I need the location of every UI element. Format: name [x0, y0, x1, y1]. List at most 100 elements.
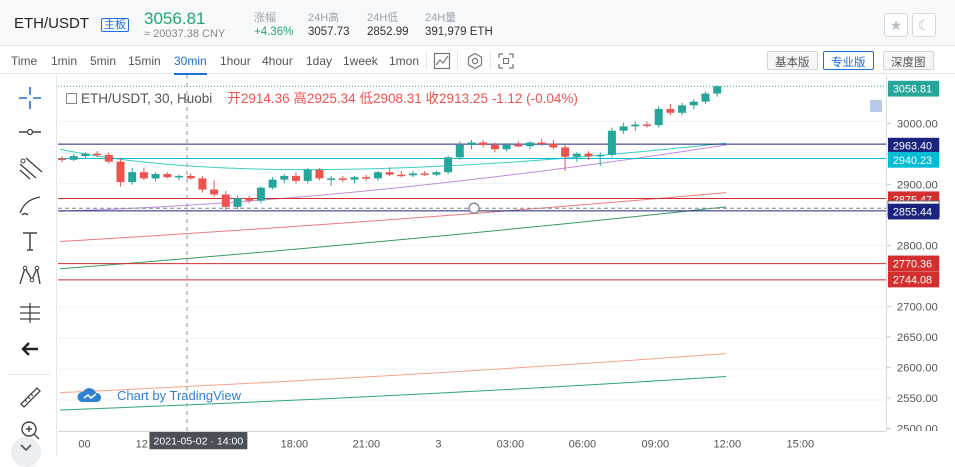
timeframe-1mon[interactable]: 1mon: [389, 54, 419, 68]
scroll-realtime-button: [870, 100, 882, 112]
candle: [689, 101, 698, 106]
timeframe-5min[interactable]: 5min: [90, 54, 116, 68]
time-tick-label: 06:00: [569, 438, 597, 450]
time-tick-label: 12: [136, 438, 148, 450]
back-arrow-icon[interactable]: [16, 335, 44, 363]
candle: [549, 143, 558, 148]
legend-close: 2913.25: [439, 91, 488, 106]
last-price: 3056.81: [144, 9, 206, 28]
brush-icon[interactable]: [16, 191, 44, 219]
time-axis[interactable]: 00 12 18:00 21:00 3 03:00 06:00 09:00 12:00 15:00…: [58, 431, 886, 456]
tick-label: 2650.00: [897, 332, 938, 344]
candle: [163, 174, 172, 178]
toolbar-divider: [490, 51, 491, 70]
time-tick-label: 15:00: [787, 438, 815, 450]
candle: [81, 153, 90, 157]
timeframe-30min[interactable]: 30min: [174, 54, 207, 75]
view-basic[interactable]: 基本版: [767, 51, 818, 70]
crosshair-icon[interactable]: [16, 84, 44, 112]
tick-label: 2800.00: [897, 240, 938, 252]
measure-icon[interactable]: [16, 299, 44, 327]
time-tick-label: 00: [78, 438, 90, 450]
star-icon[interactable]: ★: [884, 13, 908, 37]
market-tag: 主板: [101, 18, 129, 32]
tool-divider: [8, 374, 50, 375]
candle: [619, 126, 628, 131]
candle: [221, 194, 230, 207]
stat-24h-high: 24H高 3057.73: [308, 9, 350, 38]
candle: [666, 109, 675, 113]
candle: [584, 153, 593, 157]
candle: [233, 198, 242, 207]
candle: [420, 173, 429, 175]
stat-value: 2852.99: [367, 26, 409, 38]
candle: [104, 154, 113, 162]
tick-label: 2550.00: [897, 393, 938, 405]
candle: [572, 153, 581, 157]
legend-collapse-icon[interactable]: [66, 93, 77, 104]
price-label: 2855.44: [893, 206, 932, 218]
timeframe-1day[interactable]: 1day: [306, 54, 332, 68]
timeframe-time[interactable]: Time: [11, 54, 37, 68]
price-label: 3056.81: [893, 84, 932, 96]
candle: [502, 144, 511, 150]
brand-text: Chart by TradingView: [117, 388, 242, 403]
candle: [186, 175, 195, 179]
candle: [58, 158, 66, 161]
pitchfork-icon[interactable]: [16, 154, 44, 182]
cloud-icon: [77, 388, 102, 402]
stat-value: 3057.73: [308, 26, 350, 38]
candle: [139, 172, 148, 179]
price-axis[interactable]: 3000.002950.002900.002850.002800.002750.…: [886, 75, 955, 431]
ruler-icon[interactable]: [16, 383, 44, 411]
legend-high-label: 高: [293, 91, 307, 106]
view-depth[interactable]: 深度图: [883, 51, 934, 70]
timeframe-4hour[interactable]: 4hour: [262, 54, 293, 68]
timeframe-1min[interactable]: 1min: [51, 54, 77, 68]
chart-type-icon[interactable]: [433, 52, 451, 70]
pattern-icon[interactable]: [16, 262, 44, 290]
stat-change: 涨幅 +4.36%: [254, 9, 293, 38]
timeframe-15min[interactable]: 15min: [128, 54, 161, 68]
candle: [409, 173, 417, 176]
price-chart[interactable]: [58, 75, 886, 431]
candle: [526, 142, 534, 147]
stat-24h-volume: 24H量 391,979 ETH: [425, 9, 493, 38]
time-tick-label: 21:00: [353, 438, 381, 450]
candle: [256, 187, 265, 201]
timeframe-1hour[interactable]: 1hour: [220, 54, 251, 68]
chart-toolbar: Time 1min 5min 15min 30min 1hour 4hour 1…: [0, 47, 955, 75]
tick-label: 2700.00: [897, 301, 938, 313]
trend-line-icon[interactable]: [16, 118, 44, 146]
fullscreen-icon[interactable]: [497, 52, 515, 70]
candle: [338, 178, 347, 180]
stat-label: 涨幅: [254, 12, 276, 24]
legend-close-label: 收: [425, 91, 440, 106]
candle: [537, 142, 546, 144]
candle: [397, 174, 406, 177]
tick-label: 2600.00: [897, 362, 938, 374]
candle: [607, 130, 616, 155]
candle: [514, 144, 523, 147]
candle: [151, 174, 160, 179]
candle: [362, 177, 371, 179]
candle: [210, 189, 219, 195]
timeframe-1week[interactable]: 1week: [343, 54, 378, 68]
view-pro[interactable]: 专业版: [823, 51, 874, 70]
candle: [268, 179, 277, 188]
candle: [678, 105, 687, 113]
chevron-down-icon: [20, 444, 32, 452]
time-tick-label: 18:00: [281, 438, 309, 450]
cursor-time-label: 2021-05-02 · 14:00: [154, 435, 244, 447]
line-handle: [468, 202, 480, 214]
candle: [93, 153, 102, 156]
candle: [280, 175, 289, 180]
stat-value: +4.36%: [254, 26, 294, 38]
ma-line: [59, 142, 727, 171]
time-tick-label: 09:00: [642, 438, 670, 450]
moon-icon[interactable]: ☾: [912, 13, 936, 37]
settings-icon[interactable]: [466, 52, 484, 70]
stat-24h-low: 24H低 2852.99: [367, 9, 409, 38]
time-tick-label: 3: [435, 438, 441, 450]
text-tool-icon[interactable]: [16, 227, 44, 255]
